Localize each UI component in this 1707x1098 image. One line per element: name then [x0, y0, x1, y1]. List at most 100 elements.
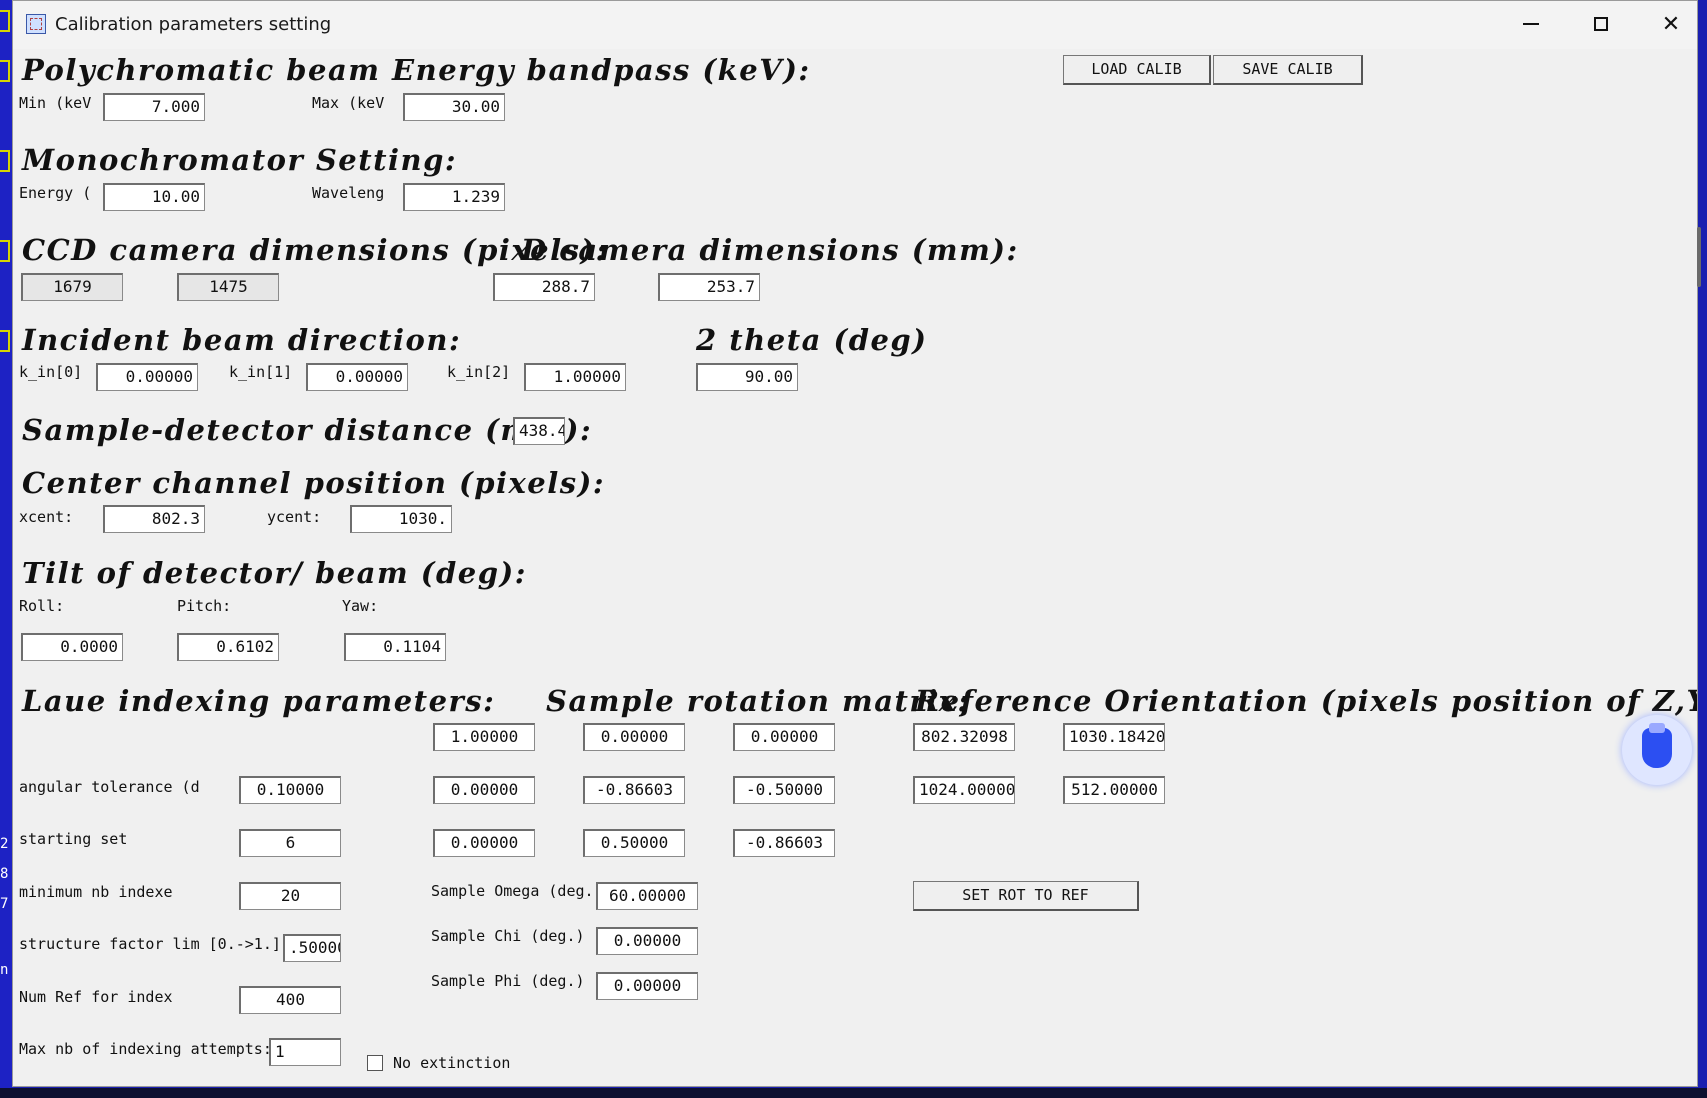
minimize-icon	[1523, 23, 1539, 25]
k-in-2-field[interactable]: 1.00000	[524, 363, 626, 391]
min-nb-indexed-field[interactable]: 20	[239, 882, 341, 910]
two-theta-heading: 2 theta (deg)	[696, 323, 928, 357]
max-attempts-label: Max nb of indexing attempts:	[19, 1040, 272, 1058]
two-theta-field[interactable]: 90.00	[696, 363, 798, 391]
save-calib-button[interactable]: SAVE CALIB	[1213, 55, 1363, 85]
energy-label: Energy (	[19, 184, 92, 202]
chi-label: Sample Chi (deg.)	[431, 927, 585, 945]
energy-bandpass-heading: Polychromatic beam Energy bandpass (keV)…	[22, 53, 811, 87]
matrix-cell[interactable]: 0.00000	[733, 723, 835, 751]
ccd-pixels-heading: CCD camera dimensions (pixels):	[22, 233, 608, 267]
ycent-field[interactable]: 1030.	[350, 505, 452, 533]
structure-factor-field[interactable]: .50000	[283, 934, 341, 962]
wavelength-field[interactable]: 1.239	[403, 183, 505, 211]
usb-drive-icon	[1642, 728, 1672, 768]
xcent-label: xcent:	[19, 508, 74, 526]
ycent-label: ycent:	[267, 508, 322, 526]
desktop-fragment: n	[0, 962, 9, 978]
no-extinction-checkbox[interactable]	[367, 1055, 383, 1071]
ccd-pixels-x-field: 1679	[21, 273, 123, 301]
omega-field[interactable]: 60.00000	[596, 882, 698, 910]
max-attempts-field[interactable]: 1	[269, 1038, 341, 1066]
matrix-cell[interactable]: 1.00000	[433, 723, 535, 751]
no-extinction-label: No extinction	[393, 1054, 511, 1072]
ccd-mm-y-field[interactable]: 253.7	[658, 273, 760, 301]
distance-field[interactable]: 438.4	[513, 417, 565, 445]
rotation-matrix-heading: Sample rotation matrix:	[546, 684, 970, 718]
assistant-bubble[interactable]	[1622, 715, 1692, 785]
reference-z-field[interactable]: 802.32098	[913, 723, 1015, 751]
scrollbar-thumb[interactable]	[1697, 227, 1701, 287]
chi-field[interactable]: 0.00000	[596, 927, 698, 955]
xcent-field[interactable]: 802.3	[103, 505, 205, 533]
k-in-0-field[interactable]: 0.00000	[96, 363, 198, 391]
taskbar-edge	[0, 1088, 1707, 1098]
angular-tolerance-label: angular tolerance (d	[19, 778, 200, 796]
angular-tolerance-field[interactable]: 0.10000	[239, 776, 341, 804]
distance-heading: Sample-detector distance (mm):	[22, 413, 593, 447]
app-icon	[26, 14, 46, 34]
structure-factor-label: structure factor lim [0.->1.]	[19, 935, 281, 953]
desktop-fragment: 2	[0, 836, 9, 852]
center-channel-heading: Center channel position (pixels):	[22, 466, 606, 500]
roll-label: Roll:	[19, 597, 65, 615]
incident-beam-heading: Incident beam direction:	[22, 323, 462, 357]
minimize-button[interactable]	[1496, 1, 1566, 47]
desktop-fragment: 7	[0, 896, 9, 912]
yaw-field[interactable]: 0.1104	[344, 633, 446, 661]
k-in-1-field[interactable]: 0.00000	[306, 363, 408, 391]
ccd-mm-heading: D camera dimensions (mm):	[521, 233, 1019, 267]
phi-field[interactable]: 0.00000	[596, 972, 698, 1000]
maximize-button[interactable]	[1566, 1, 1636, 47]
desktop-marker	[0, 60, 10, 82]
desktop-marker	[0, 330, 10, 352]
roll-field[interactable]: 0.0000	[21, 633, 123, 661]
matrix-cell[interactable]: -0.86603	[733, 829, 835, 857]
tilt-heading: Tilt of detector/ beam (deg):	[22, 556, 527, 590]
ccd-pixels-y-field: 1475	[177, 273, 279, 301]
wavelength-label: Waveleng	[312, 184, 385, 202]
ccd-mm-x-field[interactable]: 288.7	[493, 273, 595, 301]
max-energy-field[interactable]: 30.00	[403, 93, 505, 121]
set-rot-to-ref-button[interactable]: SET ROT TO REF	[913, 881, 1139, 911]
desktop-fragment: 8	[0, 866, 9, 882]
num-ref-field[interactable]: 400	[239, 986, 341, 1014]
min-energy-field[interactable]: 7.000	[103, 93, 205, 121]
reference-y-field-2[interactable]: 512.00000	[1063, 776, 1165, 804]
num-ref-label: Num Ref for index	[19, 988, 173, 1006]
desktop-marker	[0, 150, 10, 172]
yaw-label: Yaw:	[342, 597, 379, 615]
close-button[interactable]: ✕	[1636, 1, 1706, 47]
desktop-background-right	[1697, 0, 1707, 1098]
max-energy-label: Max (keV	[312, 94, 385, 112]
matrix-cell[interactable]: 0.00000	[583, 723, 685, 751]
phi-label: Sample Phi (deg.)	[431, 972, 585, 990]
k-in-1-label: k_in[1]	[229, 363, 293, 381]
omega-label: Sample Omega (deg.)	[431, 882, 603, 900]
matrix-cell[interactable]: -0.50000	[733, 776, 835, 804]
min-nb-indexed-label: minimum nb indexe	[19, 883, 173, 901]
matrix-cell[interactable]: -0.86603	[583, 776, 685, 804]
laue-heading: Laue indexing parameters:	[22, 684, 496, 718]
starting-set-field[interactable]: 6	[239, 829, 341, 857]
reference-orientation-heading: Reference Orientation (pixels position o…	[915, 684, 1697, 718]
matrix-cell[interactable]: 0.00000	[433, 829, 535, 857]
close-icon: ✕	[1661, 11, 1681, 37]
matrix-cell[interactable]: 0.00000	[433, 776, 535, 804]
reference-z-field-2[interactable]: 1024.00000	[913, 776, 1015, 804]
pitch-label: Pitch:	[177, 597, 232, 615]
desktop-marker	[0, 240, 10, 262]
min-energy-label: Min (keV	[19, 94, 92, 112]
monochromator-heading: Monochromator Setting:	[22, 143, 458, 177]
desktop-marker	[0, 10, 10, 32]
k-in-0-label: k_in[0]	[19, 363, 83, 381]
matrix-cell[interactable]: 0.50000	[583, 829, 685, 857]
pitch-field[interactable]: 0.6102	[177, 633, 279, 661]
k-in-2-label: k_in[2]	[447, 363, 511, 381]
usb-drive-cap	[1649, 723, 1665, 733]
energy-field[interactable]: 10.00	[103, 183, 205, 211]
starting-set-label: starting set	[19, 830, 128, 848]
title-bar[interactable]: Calibration parameters setting ✕	[13, 1, 1697, 49]
reference-y-field[interactable]: 1030.18420	[1063, 723, 1165, 751]
load-calib-button[interactable]: LOAD CALIB	[1063, 55, 1211, 85]
